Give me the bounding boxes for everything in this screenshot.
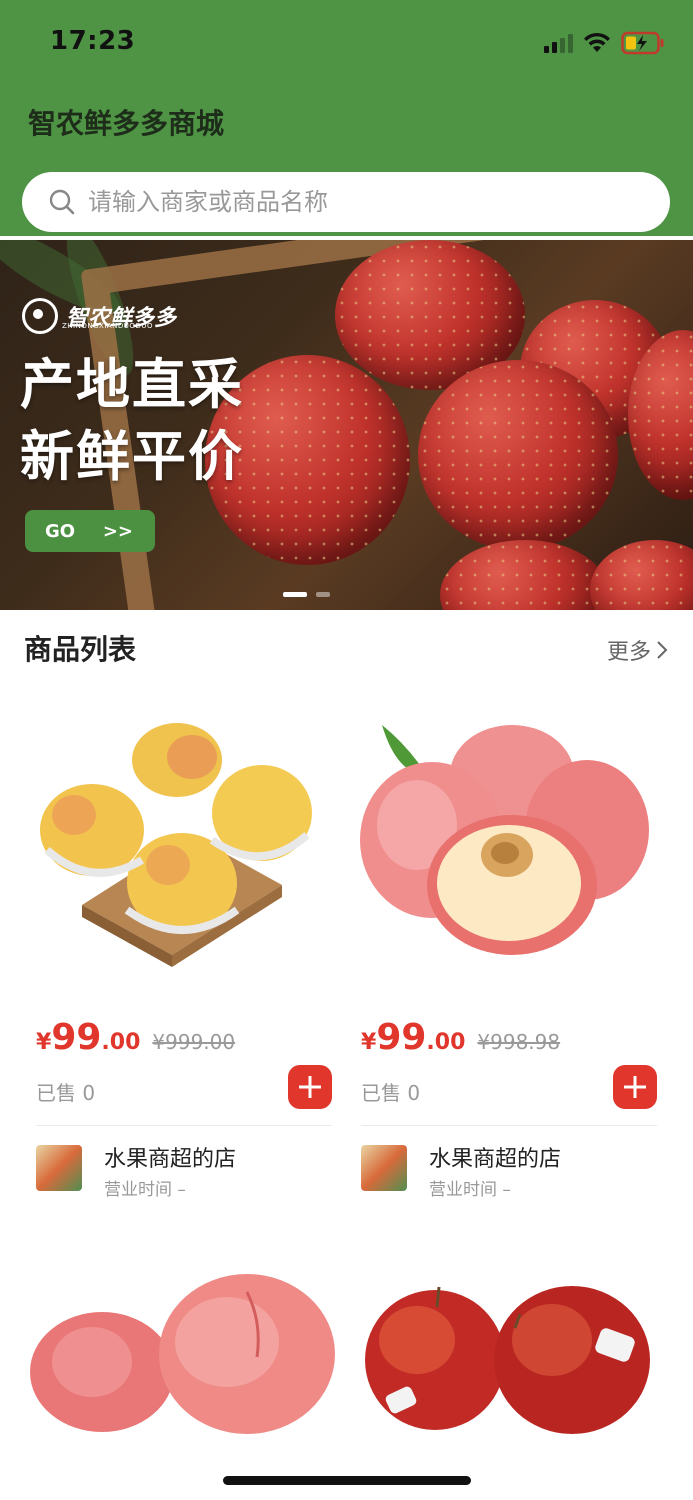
divider bbox=[36, 1125, 332, 1126]
shop-name[interactable]: 水果商超的店 bbox=[104, 1141, 236, 1173]
shop-avatar[interactable] bbox=[36, 1145, 82, 1191]
product-card[interactable]: ¥ 99 .00 ¥998.98 已售 0 水果商超的店 营业时间 – bbox=[347, 705, 667, 1205]
price-integer: 99 bbox=[376, 1017, 427, 1058]
section-title: 商品列表 bbox=[24, 633, 137, 666]
sold-count: 已售 0 bbox=[361, 1081, 421, 1105]
product-image[interactable] bbox=[22, 1262, 342, 1437]
shop-name[interactable]: 水果商超的店 bbox=[429, 1141, 561, 1173]
go-label: GO bbox=[45, 520, 76, 542]
shop-avatar[interactable] bbox=[361, 1145, 407, 1191]
product-card[interactable]: ¥ 99 .00 ¥999.00 已售 0 水果商超的店 营业时间 – bbox=[22, 705, 342, 1205]
product-card[interactable] bbox=[22, 1262, 342, 1442]
carousel-dot-active[interactable] bbox=[283, 592, 307, 597]
chevron-right-icon bbox=[657, 641, 668, 659]
app-header: 17:23 智农鲜多多商城 bbox=[0, 0, 693, 236]
search-icon bbox=[49, 189, 75, 215]
shop-hours: 营业时间 – bbox=[429, 1180, 511, 1200]
wifi-icon bbox=[584, 32, 610, 52]
divider bbox=[361, 1125, 657, 1126]
go-arrows: >> bbox=[102, 520, 133, 542]
original-price: ¥998.98 bbox=[477, 1030, 561, 1054]
product-image[interactable] bbox=[347, 1262, 667, 1437]
plus-icon bbox=[299, 1076, 321, 1098]
more-label: 更多 bbox=[606, 640, 651, 665]
status-time: 17:23 bbox=[50, 26, 136, 56]
add-to-cart-button[interactable] bbox=[613, 1065, 657, 1109]
search-input[interactable] bbox=[86, 187, 650, 217]
add-to-cart-button[interactable] bbox=[288, 1065, 332, 1109]
price-decimal: .00 bbox=[426, 1030, 466, 1055]
product-card[interactable] bbox=[347, 1262, 667, 1442]
product-image[interactable] bbox=[22, 705, 342, 985]
promo-banner[interactable]: 智农鲜多多 ZHINONGXIANDUODUO 产地直采 新鲜平价 GO >> bbox=[0, 240, 693, 610]
search-bar[interactable] bbox=[22, 172, 670, 232]
more-link[interactable]: 更多 bbox=[607, 634, 669, 666]
banner-logo-subtitle: ZHINONGXIANDUODUO bbox=[62, 322, 153, 330]
banner-slogan-line1: 产地直采 bbox=[20, 353, 244, 416]
signal-icon bbox=[544, 33, 573, 53]
banner-slogan-line2: 新鲜平价 bbox=[20, 425, 244, 488]
price-decimal: .00 bbox=[101, 1030, 141, 1055]
brand-logo-icon bbox=[22, 298, 58, 334]
price-integer: 99 bbox=[51, 1017, 102, 1058]
status-icons bbox=[544, 30, 665, 56]
carousel-dot[interactable] bbox=[316, 592, 330, 597]
plus-icon bbox=[624, 1076, 646, 1098]
currency-symbol: ¥ bbox=[361, 1030, 377, 1055]
home-indicator[interactable] bbox=[223, 1476, 471, 1485]
currency-symbol: ¥ bbox=[36, 1030, 52, 1055]
product-image[interactable] bbox=[347, 705, 667, 985]
battery-charging-icon bbox=[621, 31, 664, 55]
banner-go-button[interactable]: GO >> bbox=[25, 510, 155, 552]
shop-hours: 营业时间 – bbox=[104, 1180, 186, 1200]
price-row: ¥ 99 .00 ¥999.00 bbox=[36, 1017, 235, 1058]
price-row: ¥ 99 .00 ¥998.98 bbox=[361, 1017, 560, 1058]
app-title: 智农鲜多多商城 bbox=[28, 107, 225, 140]
original-price: ¥999.00 bbox=[152, 1030, 236, 1054]
sold-count: 已售 0 bbox=[36, 1081, 96, 1105]
